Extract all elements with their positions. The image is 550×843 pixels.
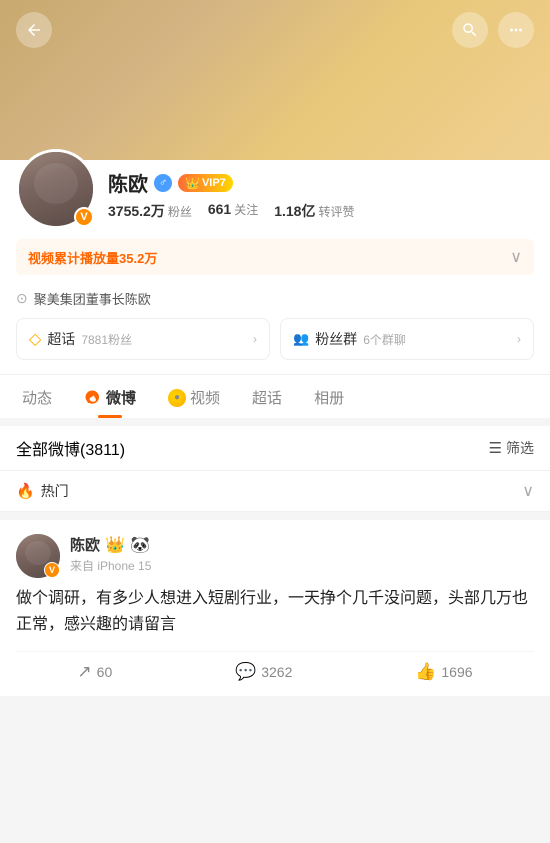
tab-weibo-label: 微博 <box>106 387 136 408</box>
like-count: 1696 <box>441 664 472 680</box>
hot-left: 🔥 热门 <box>16 481 69 501</box>
bio-icon: ⊙ <box>16 290 28 307</box>
gender-icon: ♂ <box>154 174 172 192</box>
filter-lines-icon: ☰ <box>489 439 502 457</box>
likes-num: 1.18亿 <box>274 201 315 221</box>
hot-section[interactable]: 🔥 热门 ∨ <box>0 471 550 512</box>
followers-stat: 3755.2万 粉丝 <box>108 201 192 221</box>
panda-emoji-icon: 🐼 <box>130 535 150 555</box>
diamond-icon: ◇ <box>29 329 41 349</box>
avatar-wrap: V <box>16 149 96 229</box>
filter-btn-label: 筛选 <box>506 438 534 458</box>
like-icon: 👍 <box>415 662 436 682</box>
followers-label: 粉丝 <box>168 203 192 220</box>
post-card: V 陈欧 👑 🐼 来自 iPhone 15 做个调研，有多少人想进入短剧行业，一… <box>0 520 550 696</box>
group-row: ◇ 超话 7881粉丝 › 👥 粉丝群 6个群聊 › <box>16 318 534 374</box>
tabs-section: 动态 微博 ● 视频 超话 相册 <box>0 374 550 418</box>
repost-button[interactable]: ↗ 60 <box>77 662 112 682</box>
header-nav <box>0 0 550 60</box>
post-actions: ↗ 60 💬 3262 👍 1696 <box>16 651 534 682</box>
fan-group-sub: 6个群聊 <box>363 331 406 348</box>
vip-badge: 👑 VIP7 <box>178 174 233 192</box>
vip-level: VIP7 <box>202 177 226 189</box>
tab-shipin-label: 视频 <box>190 387 220 408</box>
fan-group-arrow: › <box>517 332 521 346</box>
post-meta: 陈欧 👑 🐼 来自 iPhone 15 <box>70 534 534 574</box>
banner <box>0 0 550 160</box>
hot-label: 热门 <box>41 481 69 501</box>
tab-shipin[interactable]: ● 视频 <box>154 375 234 418</box>
followers-num: 3755.2万 <box>108 201 165 221</box>
more-button[interactable] <box>498 12 534 48</box>
post-source: 来自 iPhone 15 <box>70 557 534 574</box>
profile-info: 陈欧 ♂ 👑 VIP7 3755.2万 粉丝 661 关注 <box>108 168 534 229</box>
tab-weibo[interactable]: 微博 <box>70 375 150 418</box>
tab-xiangce-label: 相册 <box>314 387 344 408</box>
post-body: 做个调研，有多少人想进入短剧行业，一天挣个几千没问题，头部几万也正常，感兴趣的请… <box>16 586 534 637</box>
fan-group-label: 粉丝群 <box>315 329 357 349</box>
post-name-row: 陈欧 👑 🐼 <box>70 534 534 555</box>
post-avatar-wrap: V <box>16 534 60 578</box>
super-topic-label: 超话 <box>47 329 75 349</box>
super-topic-arrow: › <box>253 332 257 346</box>
back-button[interactable] <box>16 12 52 48</box>
super-topic-sub: 7881粉丝 <box>81 331 132 348</box>
tab-dongtai[interactable]: 动态 <box>8 375 66 418</box>
post-verified-badge: V <box>44 562 60 578</box>
fan-group-card[interactable]: 👥 粉丝群 6个群聊 › <box>280 318 534 360</box>
vip-crown-icon: 👑 <box>185 176 200 190</box>
filter-bar: 全部微博(3811) ☰ 筛选 <box>0 426 550 471</box>
tab-chaohua[interactable]: 超话 <box>238 375 296 418</box>
search-button[interactable] <box>452 12 488 48</box>
video-views-text: 视频累计播放量35.2万 <box>28 248 157 267</box>
repost-count: 60 <box>97 664 113 680</box>
collapse-icon: ∨ <box>510 247 522 267</box>
bio-row: ⊙ 聚美集团董事长陈欧 <box>16 283 534 318</box>
repost-icon: ↗ <box>77 662 91 682</box>
filter-button[interactable]: ☰ 筛选 <box>489 438 534 458</box>
bio-text: 聚美集团董事长陈欧 <box>34 289 151 308</box>
post-author-name: 陈欧 <box>70 534 100 555</box>
like-button[interactable]: 👍 1696 <box>415 662 472 682</box>
comment-count: 3262 <box>261 664 292 680</box>
fan-group-left: 👥 粉丝群 6个群聊 <box>293 329 406 349</box>
profile-section: V 陈欧 ♂ 👑 VIP7 3755.2万 粉丝 661 <box>0 160 550 374</box>
post-header: V 陈欧 👑 🐼 来自 iPhone 15 <box>16 534 534 578</box>
stats-row: 3755.2万 粉丝 661 关注 1.18亿 转评赞 <box>108 201 534 221</box>
likes-stat: 1.18亿 转评赞 <box>274 201 354 221</box>
following-label: 关注 <box>234 201 258 218</box>
people-icon: 👥 <box>293 331 309 347</box>
filter-count-label: 全部微博(3811) <box>16 436 125 460</box>
video-circle-icon: ● <box>168 389 186 407</box>
crown-emoji-icon: 👑 <box>105 535 125 555</box>
comment-button[interactable]: 💬 3262 <box>235 662 292 682</box>
likes-label: 转评赞 <box>318 203 354 220</box>
following-num: 661 <box>208 201 231 217</box>
hot-arrow-icon: ∨ <box>522 481 534 501</box>
verified-badge: V <box>74 207 94 227</box>
name-row: 陈欧 ♂ 👑 VIP7 <box>108 168 534 197</box>
nav-right <box>452 12 534 48</box>
following-stat: 661 关注 <box>208 201 258 221</box>
super-topic-left: ◇ 超话 7881粉丝 <box>29 329 132 349</box>
super-topic-card[interactable]: ◇ 超话 7881粉丝 › <box>16 318 270 360</box>
comment-icon: 💬 <box>235 662 256 682</box>
avatar-row: V 陈欧 ♂ 👑 VIP7 3755.2万 粉丝 661 <box>16 160 534 229</box>
video-views-bar[interactable]: 视频累计播放量35.2万 ∨ <box>16 239 534 275</box>
profile-name: 陈欧 <box>108 168 148 197</box>
tab-chaohua-label: 超话 <box>252 387 282 408</box>
tab-xiangce[interactable]: 相册 <box>300 375 358 418</box>
tab-dongtai-label: 动态 <box>22 387 52 408</box>
fire-icon: 🔥 <box>16 482 35 500</box>
